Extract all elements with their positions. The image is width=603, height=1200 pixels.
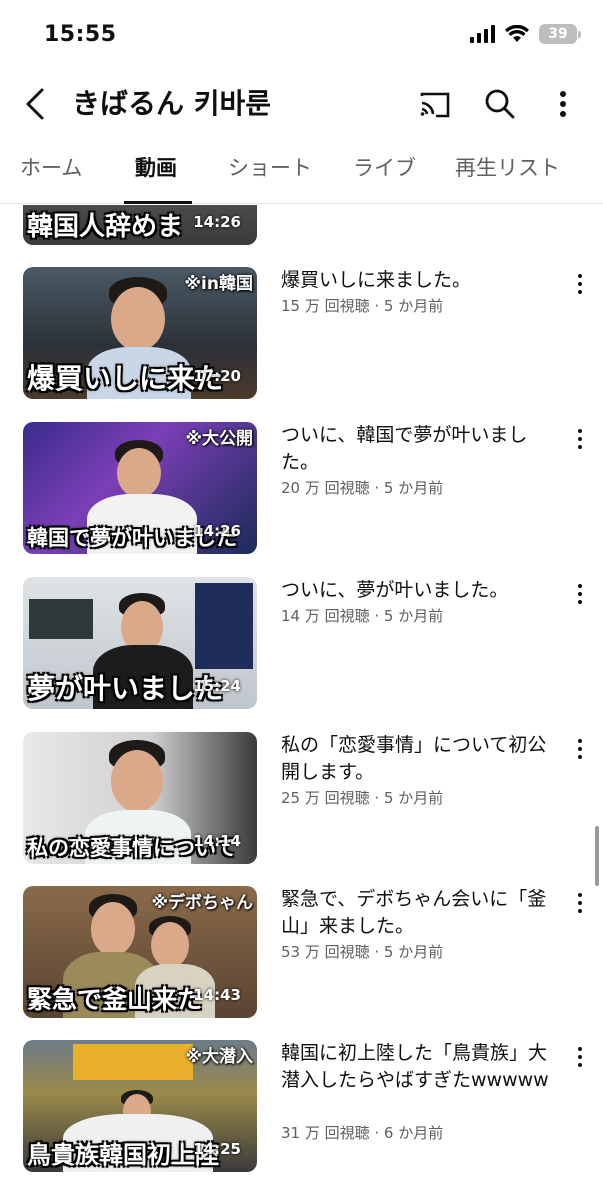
video-thumbnail[interactable]: 韓国人辞めま 14:26 <box>23 205 257 245</box>
video-title[interactable]: ついに、夢が叶いました。 <box>281 577 553 604</box>
video-item[interactable]: ※大公開 韓国で夢が叶いました 14:26 ついに、韓国で夢が叶いました。 20… <box>0 422 603 554</box>
thumbnail-caption: 緊急で釜山来た <box>27 985 203 1014</box>
thumbnail-figure <box>195 583 253 669</box>
more-vert-icon[interactable] <box>545 86 581 122</box>
video-thumbnail[interactable]: ※in韓国 爆買いしに来た 17:20 <box>23 267 257 399</box>
video-item[interactable]: 韓国人辞めま 14:26 <box>0 205 603 245</box>
video-duration: 14:26 <box>193 522 241 540</box>
video-meta: 20 万 回視聴 · 5 か月前 <box>281 479 444 497</box>
more-vert-icon[interactable] <box>572 1046 588 1068</box>
tab-live[interactable]: ライブ <box>353 152 416 182</box>
tab-videos[interactable]: 動画 <box>135 152 177 182</box>
video-thumbnail[interactable]: ※デボちゃん 緊急で釜山来た 14:43 <box>23 886 257 1018</box>
video-title[interactable]: 私の「恋愛事情」について初公開します。 <box>281 732 553 786</box>
video-meta: 53 万 回視聴 · 5 か月前 <box>281 943 444 961</box>
scrollbar-thumb[interactable] <box>595 826 599 886</box>
video-duration: 14:14 <box>193 832 241 850</box>
tab-shorts[interactable]: ショート <box>228 152 312 182</box>
thumbnail-badge: ※in韓国 <box>184 274 253 294</box>
cast-icon[interactable] <box>416 86 452 122</box>
video-title[interactable]: 爆買いしに来ました。 <box>281 267 553 294</box>
thumbnail-figure <box>111 750 163 812</box>
thumbnail-figure <box>117 448 161 498</box>
video-item[interactable]: ※デボちゃん 緊急で釜山来た 14:43 緊急で、デボちゃん会いに「釜山」来まし… <box>0 886 603 1018</box>
video-duration: 15:24 <box>193 677 241 695</box>
video-item[interactable]: 私の恋愛事情について 14:14 私の「恋愛事情」について初公開します。 25 … <box>0 732 603 864</box>
thumbnail-caption: 鳥貴族韓国初上陸 <box>27 1140 219 1169</box>
thumbnail-badge: ※大公開 <box>185 429 253 449</box>
thumbnail-figure <box>73 1044 193 1080</box>
more-vert-icon[interactable] <box>572 892 588 914</box>
video-duration: 14:26 <box>193 213 241 231</box>
wifi-icon <box>505 25 529 42</box>
video-meta: 15 万 回視聴 · 5 か月前 <box>281 297 444 315</box>
video-duration: 14:43 <box>193 986 241 1004</box>
video-item[interactable]: ※大潜入 鳥貴族韓国初上陸 14:25 韓国に初上陸した「鳥貴族」大潜入したらや… <box>0 1040 603 1172</box>
more-vert-icon[interactable] <box>572 583 588 605</box>
thumbnail-caption: 韓国人辞めま <box>27 212 184 242</box>
battery-icon: 39 <box>539 24 581 44</box>
video-meta: 31 万 回視聴 · 6 か月前 <box>281 1124 444 1142</box>
thumbnail-figure <box>91 902 135 956</box>
video-meta: 14 万 回視聴 · 5 か月前 <box>281 607 444 625</box>
video-title[interactable]: 韓国に初上陸した「鳥貴族」大潜入したらやばすぎたwwwww <box>281 1040 553 1094</box>
thumbnail-figure <box>29 599 93 639</box>
video-title[interactable]: 緊急で、デボちゃん会いに「釜山」来ました。 <box>281 886 553 940</box>
video-duration: 14:25 <box>193 1140 241 1158</box>
video-title[interactable]: ついに、韓国で夢が叶いました。 <box>281 422 553 476</box>
status-icons: 39 <box>470 24 581 44</box>
video-item[interactable]: ※in韓国 爆買いしに来た 17:20 爆買いしに来ました。 15 万 回視聴 … <box>0 267 603 399</box>
back-arrow-icon[interactable] <box>18 84 54 124</box>
video-thumbnail[interactable]: 夢が叶いました 15:24 <box>23 577 257 709</box>
search-icon[interactable] <box>482 86 518 122</box>
video-item[interactable]: 夢が叶いました 15:24 ついに、夢が叶いました。 14 万 回視聴 · 5 … <box>0 577 603 709</box>
status-time: 15:55 <box>44 22 117 47</box>
channel-tabs: ホーム 動画 ショート ライブ 再生リスト <box>0 146 603 204</box>
video-meta: 25 万 回視聴 · 5 か月前 <box>281 789 444 807</box>
thumbnail-figure <box>151 922 189 968</box>
thumbnail-badge: ※デボちゃん <box>151 893 253 913</box>
more-vert-icon[interactable] <box>572 738 588 760</box>
cellular-signal-icon <box>470 25 495 43</box>
video-thumbnail[interactable]: ※大公開 韓国で夢が叶いました 14:26 <box>23 422 257 554</box>
channel-title: きばるん 키바룬 <box>72 87 272 120</box>
tab-home[interactable]: ホーム <box>20 152 82 182</box>
tab-playlists[interactable]: 再生リスト <box>455 152 560 182</box>
video-thumbnail[interactable]: 私の恋愛事情について 14:14 <box>23 732 257 864</box>
thumbnail-figure <box>111 287 165 351</box>
video-list: 韓国人辞めま 14:26 ※in韓国 爆買いしに来た 17:20 爆買いしに来ま… <box>0 205 603 1185</box>
video-duration: 17:20 <box>193 367 241 385</box>
more-vert-icon[interactable] <box>572 428 588 450</box>
video-thumbnail[interactable]: ※大潜入 鳥貴族韓国初上陸 14:25 <box>23 1040 257 1172</box>
more-vert-icon[interactable] <box>572 273 588 295</box>
active-tab-indicator <box>124 201 192 204</box>
status-bar: 15:55 39 <box>0 0 603 70</box>
thumbnail-badge: ※大潜入 <box>185 1047 253 1067</box>
bottom-navigation <box>0 1186 603 1200</box>
app-header: きばるん 키바룬 <box>0 74 603 132</box>
